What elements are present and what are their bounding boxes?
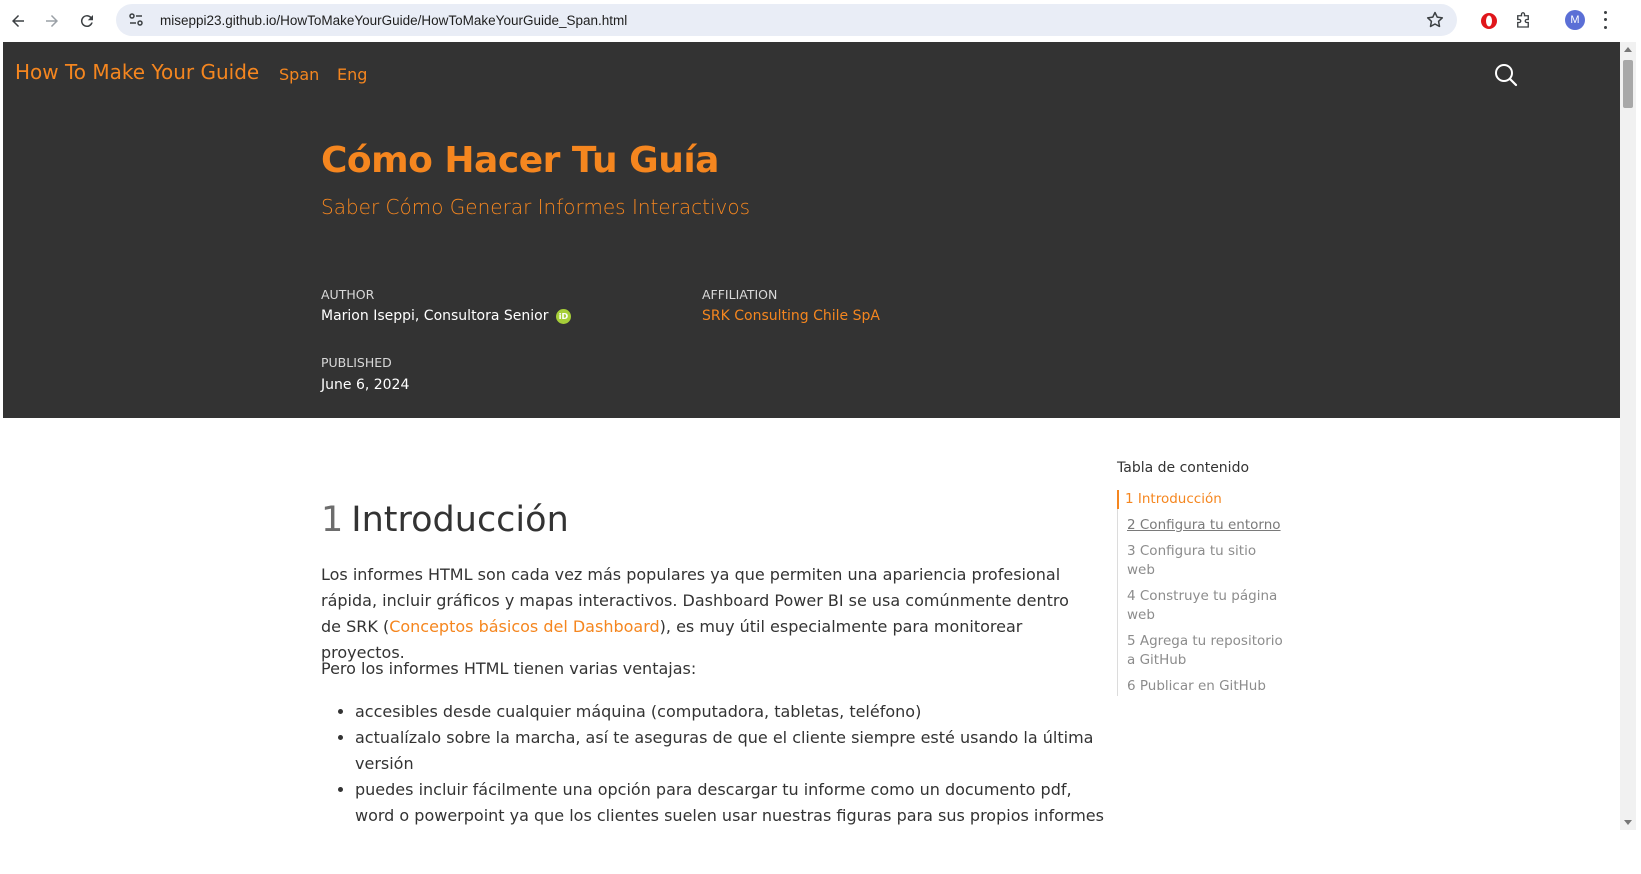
orcid-icon[interactable]: iD — [555, 309, 571, 324]
search-icon[interactable] — [1493, 62, 1519, 88]
section-heading: 1 Introducción — [321, 500, 569, 540]
affiliation-label: AFFILIATION — [702, 287, 778, 302]
section-title: Introducción — [351, 500, 569, 540]
address-bar[interactable]: miseppi23.github.io/HowToMakeYourGuide/H… — [116, 4, 1457, 36]
toc-item-configura-sitio[interactable]: 3 Configura tu sitio web — [1118, 542, 1287, 580]
toc-list: 1 Introducción 2 Configura tu entorno 3 … — [1117, 490, 1287, 696]
toc-item-construye-pagina[interactable]: 4 Construye tu página web — [1118, 587, 1287, 625]
arrow-right-icon — [46, 15, 58, 27]
extensions-puzzle-icon[interactable] — [1512, 10, 1534, 32]
title-banner: How To Make Your Guide Span Eng Cómo Hac… — [3, 42, 1620, 418]
author-label: AUTHOR — [321, 287, 375, 302]
navbar-brand[interactable]: How To Make Your Guide — [15, 60, 259, 84]
vertical-scrollbar[interactable] — [1620, 42, 1636, 830]
page-viewport: How To Make Your Guide Span Eng Cómo Hac… — [3, 42, 1620, 830]
list-item: accesibles desde cualquier máquina (comp… — [355, 699, 1115, 725]
author-name: Marion Iseppi, Consultora Senior iD — [321, 308, 571, 324]
reload-icon — [80, 15, 93, 28]
toc-item-agrega-repositorio[interactable]: 5 Agrega tu repositorio a GitHub — [1118, 632, 1287, 670]
browser-menu-icon[interactable] — [1600, 9, 1610, 31]
table-of-contents: Tabla de contenido 1 Introducción 2 Conf… — [1117, 460, 1287, 703]
scroll-up-arrow-icon[interactable] — [1624, 47, 1632, 52]
toc-item-publicar-github[interactable]: 6 Publicar en GitHub — [1118, 677, 1287, 696]
published-date: June 6, 2024 — [321, 377, 410, 393]
page-title: Cómo Hacer Tu Guía — [321, 140, 719, 181]
forward-button[interactable] — [39, 8, 65, 34]
list-item: puedes incluir fácilmente una opción par… — [355, 777, 1115, 830]
dashboard-basics-link[interactable]: Conceptos básicos del Dashboard — [389, 617, 659, 636]
author-value: Marion Iseppi, Consultora Senior — [321, 308, 549, 324]
site-info-icon[interactable] — [126, 10, 146, 30]
scrollbar-thumb[interactable] — [1623, 60, 1633, 108]
url-text[interactable]: miseppi23.github.io/HowToMakeYourGuide/H… — [160, 13, 627, 28]
intro-paragraph: Los informes HTML son cada vez más popul… — [321, 562, 1081, 666]
page-subtitle: Saber Cómo Generar Informes Interactivos — [321, 195, 751, 219]
toc-item-configura-entorno[interactable]: 2 Configura tu entorno — [1118, 516, 1287, 535]
profile-avatar[interactable]: M — [1565, 10, 1585, 30]
scroll-down-arrow-icon[interactable] — [1624, 820, 1632, 825]
browser-toolbar: miseppi23.github.io/HowToMakeYourGuide/H… — [0, 0, 1641, 42]
advantages-list: accesibles desde cualquier máquina (comp… — [321, 699, 1115, 830]
advantages-intro: Pero los informes HTML tienen varias ven… — [321, 659, 697, 678]
list-item: actualízalo sobre la marcha, así te aseg… — [355, 725, 1115, 777]
section-number: 1 — [321, 500, 344, 540]
reload-button[interactable] — [74, 8, 100, 34]
bookmark-star-icon[interactable] — [1425, 10, 1445, 30]
toc-item-introduccion[interactable]: 1 Introducción — [1117, 490, 1287, 509]
published-label: PUBLISHED — [321, 355, 392, 370]
arrow-left-icon — [12, 15, 24, 27]
nav-link-span[interactable]: Span — [279, 65, 319, 84]
toc-title: Tabla de contenido — [1117, 460, 1250, 476]
nav-link-eng[interactable]: Eng — [337, 65, 367, 84]
back-button[interactable] — [5, 8, 31, 34]
affiliation-link[interactable]: SRK Consulting Chile SpA — [702, 308, 880, 324]
opera-extension-icon[interactable] — [1478, 10, 1500, 32]
